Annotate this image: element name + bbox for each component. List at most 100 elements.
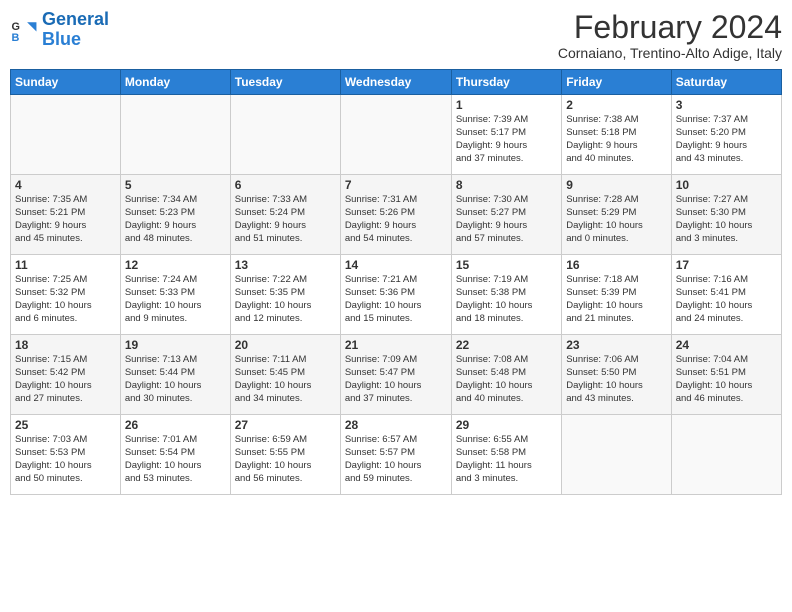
calendar-cell: 19 Sunrise: 7:13 AM Sunset: 5:44 PM Dayli… [120, 335, 230, 415]
day-info: Sunrise: 7:34 AM Sunset: 5:23 PM Dayligh… [125, 194, 226, 245]
calendar-cell: 24Sunrise: 7:04 AM Sunset: 5:51 PM Dayli… [671, 335, 781, 415]
day-number: 14 [345, 258, 447, 272]
day-header-monday: Monday [120, 70, 230, 95]
day-info: Sunrise: 7:03 AM Sunset: 5:53 PM Dayligh… [15, 434, 116, 485]
day-info: Sunrise: 7:30 AM Sunset: 5:27 PM Dayligh… [456, 194, 557, 245]
day-number: 7 [345, 178, 447, 192]
day-info: Sunrise: 7:08 AM Sunset: 5:48 PM Dayligh… [456, 354, 557, 405]
day-number: 15 [456, 258, 557, 272]
day-number: 22 [456, 338, 557, 352]
day-number: 13 [235, 258, 336, 272]
day-number: 24 [676, 338, 777, 352]
calendar-cell: 5 Sunrise: 7:34 AM Sunset: 5:23 PM Daylig… [120, 175, 230, 255]
day-number: 29 [456, 418, 557, 432]
day-info: Sunrise: 7:25 AM Sunset: 5:32 PM Dayligh… [15, 274, 116, 325]
calendar-week-row: 11 Sunrise: 7:25 AM Sunset: 5:32 PM Dayli… [11, 255, 782, 335]
calendar-cell: 2 Sunrise: 7:38 AM Sunset: 5:18 PM Daylig… [562, 95, 671, 175]
day-number: 2 [566, 98, 666, 112]
calendar-cell: 23Sunrise: 7:06 AM Sunset: 5:50 PM Dayli… [562, 335, 671, 415]
day-number: 1 [456, 98, 557, 112]
page-header: G B General Blue February 2024 Cornaiano… [10, 10, 782, 61]
logo-icon: G B [10, 16, 38, 44]
day-info: Sunrise: 7:38 AM Sunset: 5:18 PM Dayligh… [566, 114, 666, 165]
location-subtitle: Cornaiano, Trentino-Alto Adige, Italy [558, 45, 782, 61]
day-info: Sunrise: 7:21 AM Sunset: 5:36 PM Dayligh… [345, 274, 447, 325]
day-info: Sunrise: 7:01 AM Sunset: 5:54 PM Dayligh… [125, 434, 226, 485]
day-info: Sunrise: 7:09 AM Sunset: 5:47 PM Dayligh… [345, 354, 447, 405]
calendar-cell: 1 Sunrise: 7:39 AM Sunset: 5:17 PM Daylig… [451, 95, 561, 175]
calendar-cell: 17 Sunrise: 7:16 AM Sunset: 5:41 PM Dayli… [671, 255, 781, 335]
calendar-cell: 26 Sunrise: 7:01 AM Sunset: 5:54 PM Dayli… [120, 415, 230, 495]
day-number: 18 [15, 338, 116, 352]
day-number: 8 [456, 178, 557, 192]
calendar-cell [230, 95, 340, 175]
day-header-sunday: Sunday [11, 70, 121, 95]
day-info: Sunrise: 7:33 AM Sunset: 5:24 PM Dayligh… [235, 194, 336, 245]
calendar-cell: 9Sunrise: 7:28 AM Sunset: 5:29 PM Daylig… [562, 175, 671, 255]
day-info: Sunrise: 6:59 AM Sunset: 5:55 PM Dayligh… [235, 434, 336, 485]
calendar-cell: 14 Sunrise: 7:21 AM Sunset: 5:36 PM Dayli… [340, 255, 451, 335]
logo-line1: General [42, 9, 109, 29]
calendar-cell: 28 Sunrise: 6:57 AM Sunset: 5:57 PM Dayli… [340, 415, 451, 495]
calendar-cell [11, 95, 121, 175]
day-info: Sunrise: 7:37 AM Sunset: 5:20 PM Dayligh… [676, 114, 777, 165]
day-number: 19 [125, 338, 226, 352]
svg-text:B: B [12, 32, 20, 44]
calendar-cell: 13 Sunrise: 7:22 AM Sunset: 5:35 PM Dayli… [230, 255, 340, 335]
calendar-cell: 10 Sunrise: 7:27 AM Sunset: 5:30 PM Dayli… [671, 175, 781, 255]
day-number: 21 [345, 338, 447, 352]
day-number: 12 [125, 258, 226, 272]
day-info: Sunrise: 7:22 AM Sunset: 5:35 PM Dayligh… [235, 274, 336, 325]
day-info: Sunrise: 7:15 AM Sunset: 5:42 PM Dayligh… [15, 354, 116, 405]
day-header-friday: Friday [562, 70, 671, 95]
calendar-week-row: 25 Sunrise: 7:03 AM Sunset: 5:53 PM Dayli… [11, 415, 782, 495]
calendar-cell: 12 Sunrise: 7:24 AM Sunset: 5:33 PM Dayli… [120, 255, 230, 335]
calendar-cell: 25 Sunrise: 7:03 AM Sunset: 5:53 PM Dayli… [11, 415, 121, 495]
day-number: 25 [15, 418, 116, 432]
day-number: 6 [235, 178, 336, 192]
day-number: 11 [15, 258, 116, 272]
calendar-cell: 29 Sunrise: 6:55 AM Sunset: 5:58 PM Dayli… [451, 415, 561, 495]
day-info: Sunrise: 7:39 AM Sunset: 5:17 PM Dayligh… [456, 114, 557, 165]
day-number: 5 [125, 178, 226, 192]
day-number: 28 [345, 418, 447, 432]
calendar-cell: 6 Sunrise: 7:33 AM Sunset: 5:24 PM Daylig… [230, 175, 340, 255]
calendar-cell [562, 415, 671, 495]
day-info: Sunrise: 6:55 AM Sunset: 5:58 PM Dayligh… [456, 434, 557, 485]
day-number: 17 [676, 258, 777, 272]
day-header-tuesday: Tuesday [230, 70, 340, 95]
day-info: Sunrise: 7:18 AM Sunset: 5:39 PM Dayligh… [566, 274, 666, 325]
day-info: Sunrise: 7:16 AM Sunset: 5:41 PM Dayligh… [676, 274, 777, 325]
day-info: Sunrise: 7:35 AM Sunset: 5:21 PM Dayligh… [15, 194, 116, 245]
calendar-cell [671, 415, 781, 495]
day-number: 23 [566, 338, 666, 352]
day-header-thursday: Thursday [451, 70, 561, 95]
calendar-cell: 15Sunrise: 7:19 AM Sunset: 5:38 PM Dayli… [451, 255, 561, 335]
month-year-title: February 2024 [558, 10, 782, 45]
day-number: 16 [566, 258, 666, 272]
day-info: Sunrise: 6:57 AM Sunset: 5:57 PM Dayligh… [345, 434, 447, 485]
calendar-week-row: 18 Sunrise: 7:15 AM Sunset: 5:42 PM Dayli… [11, 335, 782, 415]
day-info: Sunrise: 7:27 AM Sunset: 5:30 PM Dayligh… [676, 194, 777, 245]
calendar-table: SundayMondayTuesdayWednesdayThursdayFrid… [10, 69, 782, 495]
logo-line2: Blue [42, 29, 81, 49]
day-header-wednesday: Wednesday [340, 70, 451, 95]
title-block: February 2024 Cornaiano, Trentino-Alto A… [558, 10, 782, 61]
calendar-cell: 27 Sunrise: 6:59 AM Sunset: 5:55 PM Dayli… [230, 415, 340, 495]
day-info: Sunrise: 7:13 AM Sunset: 5:44 PM Dayligh… [125, 354, 226, 405]
day-number: 4 [15, 178, 116, 192]
day-number: 26 [125, 418, 226, 432]
day-info: Sunrise: 7:24 AM Sunset: 5:33 PM Dayligh… [125, 274, 226, 325]
calendar-cell: 7 Sunrise: 7:31 AM Sunset: 5:26 PM Daylig… [340, 175, 451, 255]
calendar-cell: 8 Sunrise: 7:30 AM Sunset: 5:27 PM Daylig… [451, 175, 561, 255]
calendar-week-row: 1 Sunrise: 7:39 AM Sunset: 5:17 PM Daylig… [11, 95, 782, 175]
day-info: Sunrise: 7:11 AM Sunset: 5:45 PM Dayligh… [235, 354, 336, 405]
day-number: 10 [676, 178, 777, 192]
day-header-saturday: Saturday [671, 70, 781, 95]
day-info: Sunrise: 7:31 AM Sunset: 5:26 PM Dayligh… [345, 194, 447, 245]
calendar-cell: 21 Sunrise: 7:09 AM Sunset: 5:47 PM Dayli… [340, 335, 451, 415]
calendar-cell [120, 95, 230, 175]
day-number: 27 [235, 418, 336, 432]
calendar-cell: 20Sunrise: 7:11 AM Sunset: 5:45 PM Dayli… [230, 335, 340, 415]
calendar-cell: 11 Sunrise: 7:25 AM Sunset: 5:32 PM Dayli… [11, 255, 121, 335]
